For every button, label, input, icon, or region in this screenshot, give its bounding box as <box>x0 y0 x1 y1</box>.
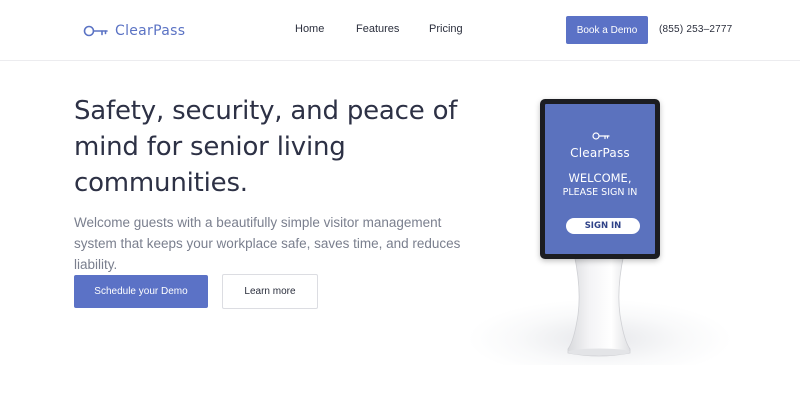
hero-headline: Safety, security, and peace of mind for … <box>74 96 458 198</box>
nav-home[interactable]: Home <box>295 23 324 35</box>
book-demo-button[interactable]: Book a Demo <box>566 16 648 44</box>
kiosk-frame: ClearPass WELCOME, PLEASE SIGN IN SIGN I… <box>540 99 660 259</box>
schedule-demo-button[interactable]: Schedule your Demo <box>74 275 208 308</box>
kiosk-illustration: ClearPass WELCOME, PLEASE SIGN IN SIGN I… <box>470 95 730 365</box>
hero-subtext: Welcome guests with a beautifully simple… <box>74 215 461 272</box>
kiosk-stand <box>567 245 631 357</box>
key-icon <box>83 25 108 37</box>
kiosk-welcome: WELCOME, <box>568 171 632 185</box>
logo-text: ClearPass <box>115 23 186 39</box>
nav-pricing[interactable]: Pricing <box>429 23 463 35</box>
phone-number[interactable]: (855) 253–2777 <box>659 24 732 35</box>
kiosk-sign-in-button: SIGN IN <box>566 218 640 234</box>
kiosk-screen: ClearPass WELCOME, PLEASE SIGN IN SIGN I… <box>545 104 655 254</box>
logo[interactable]: ClearPass <box>83 20 185 42</box>
key-icon <box>592 132 610 140</box>
nav-features[interactable]: Features <box>356 23 399 35</box>
learn-more-button[interactable]: Learn more <box>222 274 318 309</box>
kiosk-sign-in-prompt: PLEASE SIGN IN <box>562 187 638 198</box>
site-header: ClearPass Home Features Pricing Book a D… <box>0 0 800 61</box>
kiosk-brand: ClearPass <box>570 146 630 160</box>
